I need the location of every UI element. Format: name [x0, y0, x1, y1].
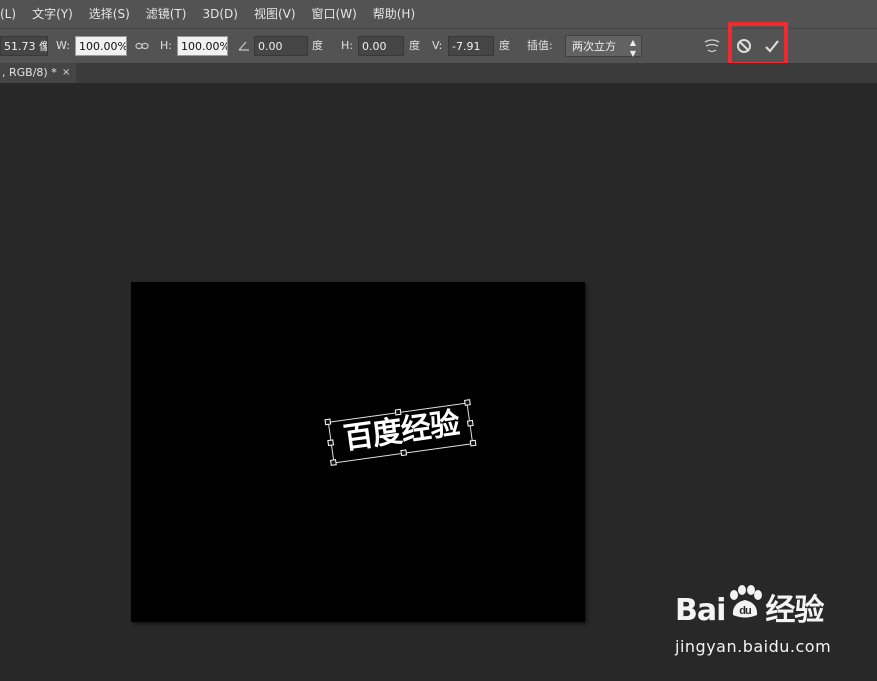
handle-bottom-center[interactable] [400, 449, 408, 457]
rotation-field[interactable]: 0.00 [254, 36, 308, 56]
watermark-brand-left: Bai [675, 593, 726, 628]
handle-top-right[interactable] [464, 399, 471, 406]
paw-logo-icon: du [726, 585, 764, 619]
handle-top-left[interactable] [324, 418, 332, 426]
watermark-brand-right: 经验 [765, 593, 824, 628]
document-tab-bar: , RGB/8) * × [0, 63, 877, 83]
interpolation-label: 插值: [527, 39, 553, 52]
handle-bottom-right[interactable] [469, 439, 477, 447]
interpolation-value: 两次立方 [572, 40, 616, 53]
handle-top-center[interactable] [394, 408, 402, 416]
baidu-jingyan-watermark: Bai du 经验 jingyan.baidu.com [675, 585, 835, 665]
paw-logo-text: du [740, 605, 752, 617]
skew-v-field[interactable]: -7.91 [448, 36, 494, 56]
document-tab[interactable]: , RGB/8) * × [0, 63, 76, 83]
transform-bounding-box[interactable]: 百度经验 [324, 399, 477, 466]
skew-v-unit: 度 [499, 39, 510, 52]
select-arrows-icon: ▲ ▼ [629, 38, 636, 58]
skew-h-label: H: [341, 39, 353, 52]
width-field[interactable]: 100.00% [75, 36, 127, 56]
height-label: H: [160, 39, 172, 52]
handle-bottom-left[interactable] [330, 459, 337, 466]
skew-h-field[interactable]: 0.00 [358, 36, 404, 56]
handle-middle-right[interactable] [466, 419, 474, 427]
skew-h-unit: 度 [409, 39, 420, 52]
rotation-unit: 度 [312, 39, 323, 52]
menu-filter[interactable]: 滤镜(T) [138, 0, 195, 28]
skew-v-label: V: [432, 39, 443, 52]
angle-icon [238, 29, 250, 63]
close-icon[interactable]: × [62, 63, 70, 83]
watermark-url: jingyan.baidu.com [675, 637, 832, 656]
warp-icon[interactable] [698, 28, 726, 62]
link-icon[interactable] [135, 29, 149, 63]
width-label: W: [56, 39, 70, 52]
document-tab-title: , RGB/8) * [2, 66, 57, 79]
menu-select[interactable]: 选择(S) [81, 0, 138, 28]
menu-view[interactable]: 视图(V) [246, 0, 304, 28]
x-position-field[interactable]: 51.73 像素 [0, 36, 48, 56]
menu-layer[interactable]: (L) [0, 0, 24, 28]
interpolation-select[interactable]: 两次立方 ▲ ▼ [565, 35, 642, 58]
menu-type[interactable]: 文字(Y) [24, 0, 81, 28]
menu-window[interactable]: 窗口(W) [304, 0, 365, 28]
menu-3d[interactable]: 3D(D) [194, 0, 245, 28]
watermark-brand: Bai du 经验 [675, 585, 824, 629]
document-canvas[interactable]: 百度经验 [131, 282, 585, 622]
menu-help[interactable]: 帮助(H) [365, 0, 423, 28]
handle-middle-left[interactable] [327, 439, 335, 447]
highlight-box [728, 22, 788, 66]
height-field[interactable]: 100.00% [177, 36, 228, 56]
